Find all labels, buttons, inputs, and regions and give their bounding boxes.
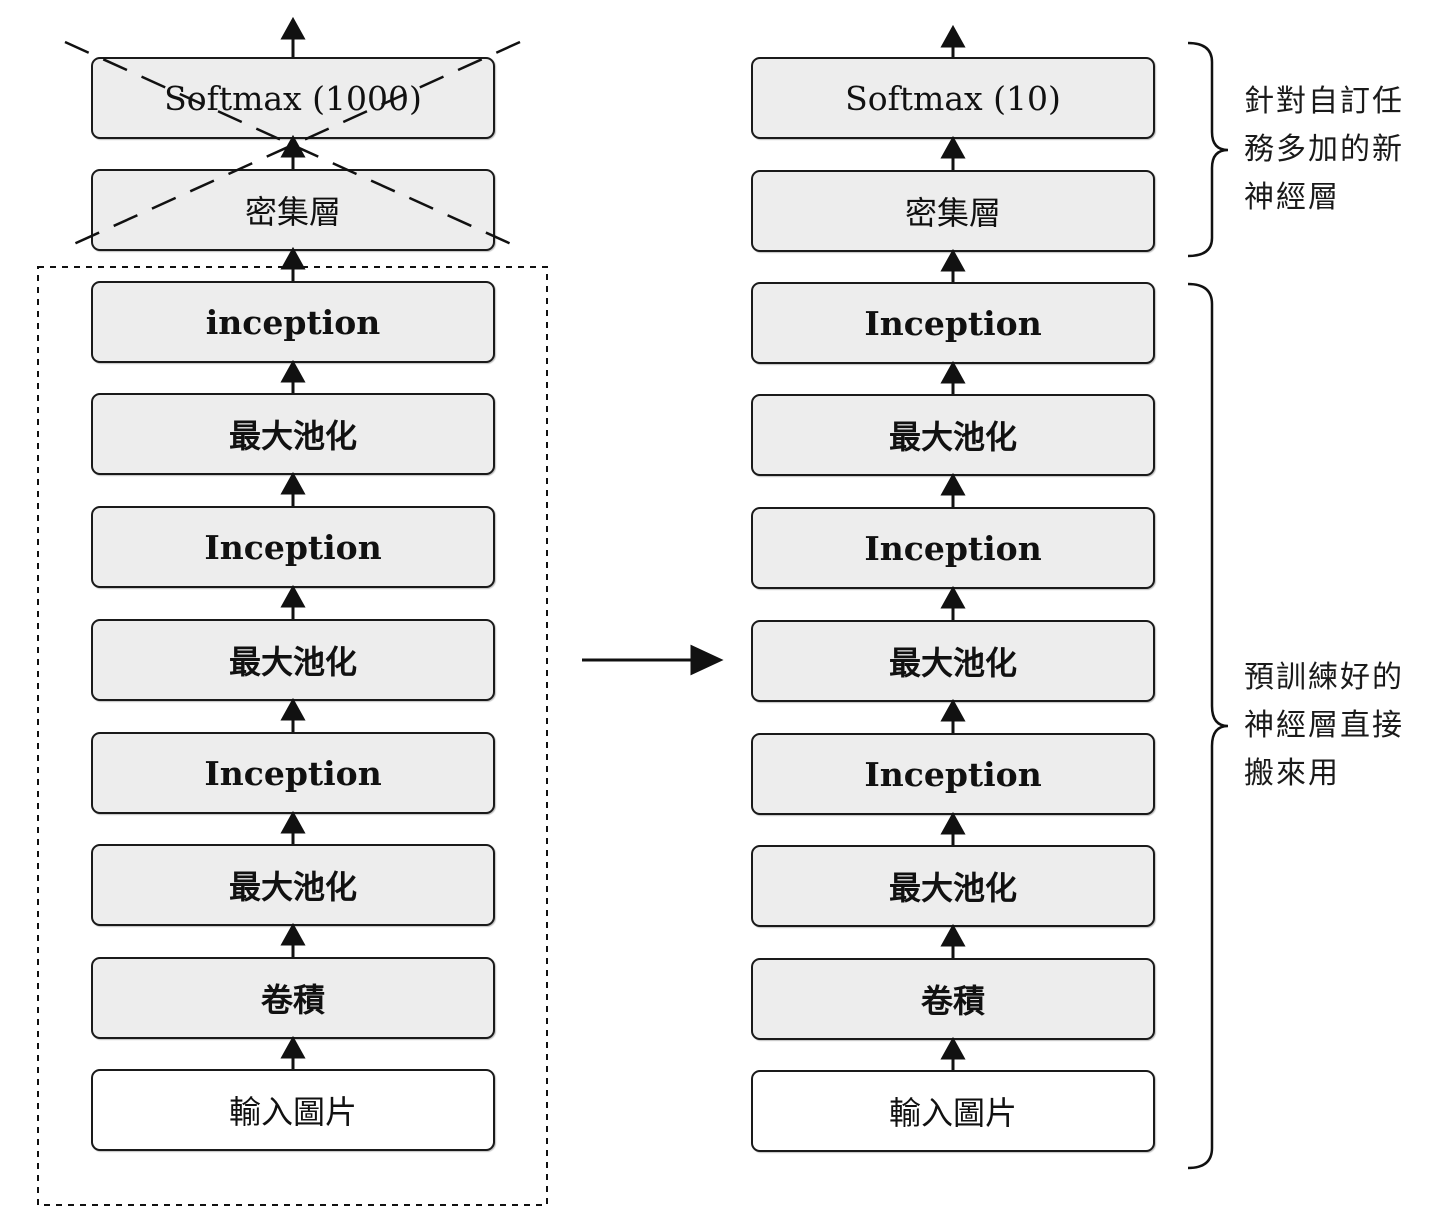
left-softmax-1000-layer: Softmax (1000) xyxy=(91,57,495,139)
right-input-image-layer: 輸入圖片 xyxy=(751,1070,1155,1152)
left-inception-layer-2: Inception xyxy=(91,506,495,588)
right-inception-layer-3: Inception xyxy=(751,282,1155,364)
new-layers-bracket xyxy=(1187,41,1229,258)
left-input-image-layer: 輸入圖片 xyxy=(91,1069,495,1151)
right-max-pool-layer-2: 最大池化 xyxy=(751,620,1155,702)
left-max-pool-layer-3: 最大池化 xyxy=(91,393,495,475)
right-max-pool-layer-1: 最大池化 xyxy=(751,845,1155,927)
left-max-pool-layer-1: 最大池化 xyxy=(91,844,495,926)
new-layers-note-line3: 神經層 xyxy=(1244,180,1340,215)
right-max-pool-layer-3: 最大池化 xyxy=(751,394,1155,476)
right-softmax-10-layer: Softmax (10) xyxy=(751,57,1155,139)
right-inception-layer-2: Inception xyxy=(751,507,1155,589)
new-layers-note-line1: 針對自訂任 xyxy=(1244,84,1404,119)
right-conv-layer: 卷積 xyxy=(751,958,1155,1040)
transfer-arrow xyxy=(582,644,724,676)
pretrained-layers-bracket xyxy=(1187,282,1229,1170)
pretrained-layers-note: 預訓練好的 神經層直接 搬來用 xyxy=(1244,654,1424,798)
pretrained-note-line3: 搬來用 xyxy=(1244,756,1340,791)
left-dense-layer: 密集層 xyxy=(91,169,495,251)
left-inception-layer-1: Inception xyxy=(91,732,495,814)
transfer-learning-diagram: Softmax (1000) 密集層 inception 最大池化 Incept… xyxy=(0,0,1441,1232)
pretrained-note-line1: 預訓練好的 xyxy=(1244,660,1404,695)
right-inception-layer-1: Inception xyxy=(751,733,1155,815)
right-dense-layer: 密集層 xyxy=(751,170,1155,252)
new-layers-note: 針對自訂任 務多加的新 神經層 xyxy=(1244,78,1424,222)
left-inception-layer-3: inception xyxy=(91,281,495,363)
new-layers-note-line2: 務多加的新 xyxy=(1244,132,1404,167)
pretrained-note-line2: 神經層直接 xyxy=(1244,708,1404,743)
left-max-pool-layer-2: 最大池化 xyxy=(91,619,495,701)
left-conv-layer: 卷積 xyxy=(91,957,495,1039)
